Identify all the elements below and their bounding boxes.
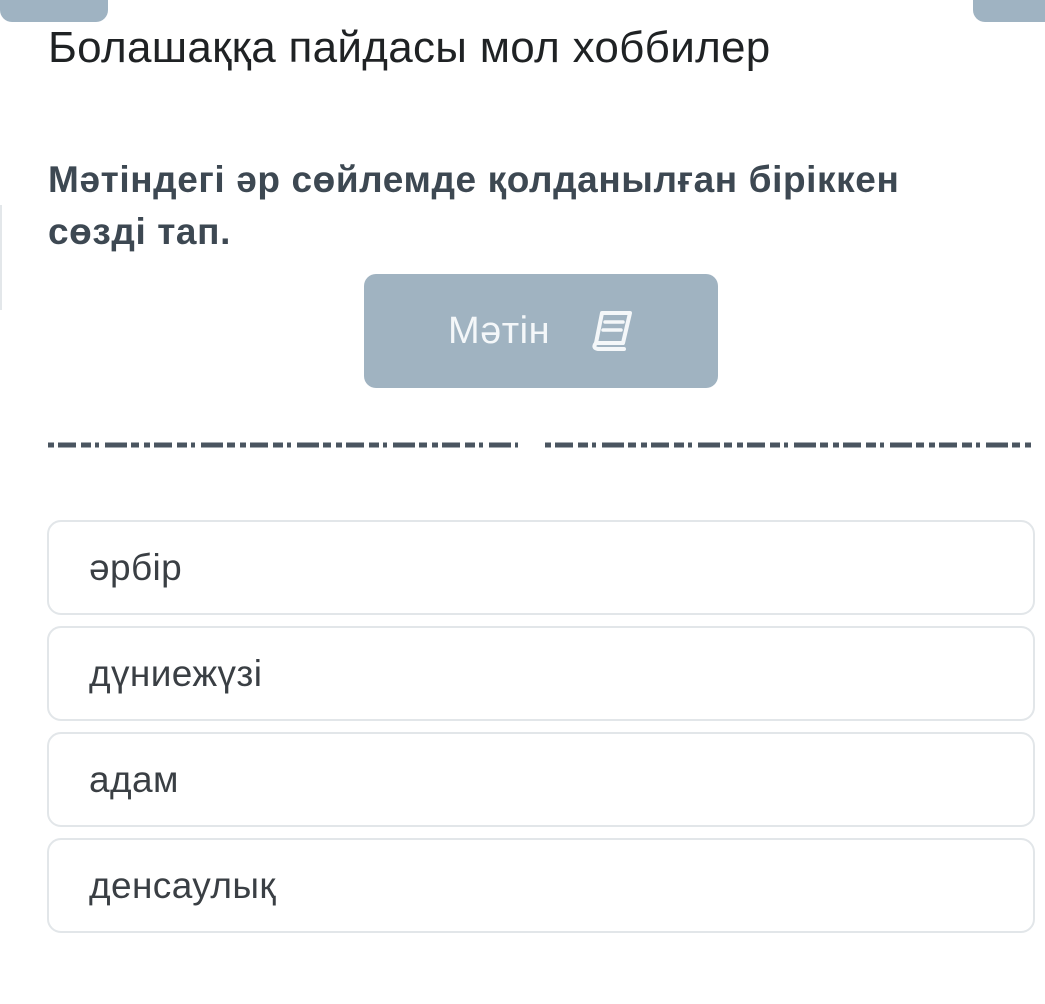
left-edge-line: [0, 205, 2, 310]
page-title: Болашаққа пайдасы мол хоббилер: [48, 23, 771, 72]
dashed-separator: [48, 442, 1033, 448]
option-1[interactable]: әрбір: [47, 520, 1035, 615]
option-4[interactable]: денсаулық: [47, 838, 1035, 933]
option-label: әрбір: [89, 546, 183, 588]
text-button[interactable]: Мәтін: [364, 274, 718, 388]
top-left-tab: [0, 0, 108, 22]
option-2[interactable]: дүниежүзі: [47, 626, 1035, 721]
text-button-label: Мәтін: [447, 309, 551, 352]
answer-options: әрбір дүниежүзі адам денсаулық: [47, 520, 1035, 944]
top-right-tab: [973, 0, 1045, 22]
book-icon: [590, 310, 634, 352]
question-text: Мәтіндегі әр сөйлемде қолданылған бірікк…: [48, 159, 900, 252]
option-label: денсаулық: [89, 864, 276, 906]
option-label: дүниежүзі: [89, 652, 263, 694]
option-label: адам: [89, 758, 179, 800]
option-3[interactable]: адам: [47, 732, 1035, 827]
